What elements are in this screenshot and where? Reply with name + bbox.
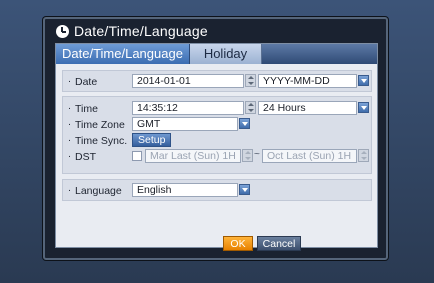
date-row: · Date 2014-01-01 YYYY-MM-DD — [63, 74, 373, 89]
language-section: · Language English — [62, 179, 372, 201]
dst-row: · DST Mar Last (Sun) 1H ~ Oct Last (Sun)… — [63, 149, 373, 164]
clock-icon — [56, 24, 69, 38]
date-field[interactable]: 2014-01-01 — [132, 74, 244, 88]
date-format-select[interactable]: YYYY-MM-DD — [258, 74, 357, 88]
dst-checkbox[interactable] — [132, 151, 142, 161]
bullet: · — [67, 103, 72, 114]
date-time-language-dialog: Date/Time/Language Date/Time/Language Ho… — [43, 17, 388, 260]
bullet: · — [67, 135, 72, 146]
tab-holiday[interactable]: Holiday — [190, 44, 262, 64]
timezone-select[interactable]: GMT — [132, 117, 238, 131]
language-label: Language — [75, 184, 122, 197]
button-bar: OK Cancel — [45, 233, 386, 255]
dst-end-spinner[interactable] — [358, 149, 369, 162]
language-row: · Language English — [63, 183, 373, 198]
time-spinner[interactable] — [245, 101, 256, 114]
dst-end-field[interactable]: Oct Last (Sun) 1H — [262, 149, 357, 163]
setup-button[interactable]: Setup — [132, 133, 172, 147]
bullet: · — [67, 151, 72, 162]
settings-panel: Date/Time/Language Holiday · Date 2014-0… — [55, 43, 378, 248]
bullet: · — [67, 185, 72, 196]
time-label: Time — [75, 102, 98, 115]
timesync-label: Time Sync. — [75, 134, 128, 147]
time-field[interactable]: 14:35:12 — [132, 101, 244, 115]
language-dropdown-button[interactable] — [239, 184, 250, 195]
tab-bar: Date/Time/Language Holiday — [56, 44, 377, 64]
dst-start-spinner[interactable] — [242, 149, 253, 162]
dst-separator: ~ — [254, 149, 260, 160]
bullet: · — [67, 119, 72, 130]
timezone-row: · Time Zone GMT — [63, 117, 373, 132]
tab-date-time-language[interactable]: Date/Time/Language — [56, 44, 190, 64]
time-format-select[interactable]: 24 Hours — [258, 101, 357, 115]
dst-label: DST — [75, 150, 96, 163]
bullet: · — [67, 76, 72, 87]
date-spinner[interactable] — [245, 74, 256, 87]
cancel-button[interactable]: Cancel — [257, 236, 301, 251]
date-format-dropdown-button[interactable] — [358, 75, 369, 86]
timesync-row: · Time Sync. Setup — [63, 133, 373, 148]
time-row: · Time 14:35:12 24 Hours — [63, 101, 373, 116]
dst-start-field[interactable]: Mar Last (Sun) 1H — [145, 149, 241, 163]
time-section: · Time 14:35:12 24 Hours · Time Zone GMT… — [62, 96, 372, 174]
timezone-label: Time Zone — [75, 118, 125, 131]
date-section: · Date 2014-01-01 YYYY-MM-DD — [62, 70, 372, 92]
timezone-dropdown-button[interactable] — [239, 118, 250, 129]
date-label: Date — [75, 75, 98, 88]
language-select[interactable]: English — [132, 183, 238, 197]
dialog-titlebar: Date/Time/Language — [45, 19, 386, 43]
ok-button[interactable]: OK — [223, 236, 253, 251]
time-format-dropdown-button[interactable] — [358, 102, 369, 113]
dialog-title: Date/Time/Language — [74, 23, 208, 39]
